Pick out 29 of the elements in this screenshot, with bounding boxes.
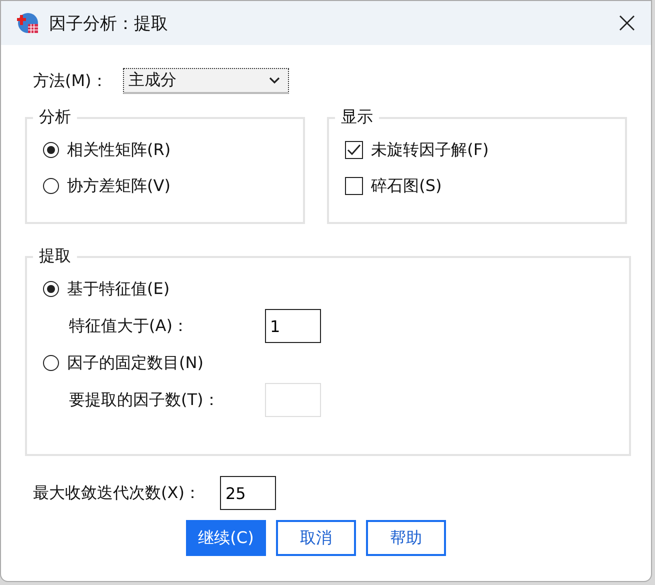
radio-button[interactable] xyxy=(43,355,59,371)
chevron-icon xyxy=(269,77,280,84)
input-field[interactable]: 1 xyxy=(265,309,321,343)
input-field[interactable]: 25 xyxy=(220,476,276,510)
option-label[interactable]: 协方差矩阵(V) xyxy=(67,176,170,196)
radio-button[interactable] xyxy=(43,142,59,158)
app-icon xyxy=(17,12,39,34)
close-icon[interactable] xyxy=(619,15,635,31)
field-label: 最大收敛迭代次数(X)： xyxy=(33,482,200,504)
group-title: 提取 xyxy=(38,246,72,267)
window-title: 因子分析：提取 xyxy=(49,12,169,34)
dialog-button[interactable]: 取消 xyxy=(276,520,356,556)
option-label[interactable]: 基于特征值(E) xyxy=(67,278,170,300)
radio-button[interactable] xyxy=(43,281,59,297)
field-label: 要提取的因子数(T)： xyxy=(69,390,220,410)
option-label[interactable]: 相关性矩阵(R) xyxy=(67,140,171,160)
group-title: 分析 xyxy=(38,107,72,128)
method-dropdown[interactable]: 主成分 xyxy=(123,68,290,94)
dialog-button[interactable]: 帮助 xyxy=(366,520,446,556)
option-label[interactable]: 未旋转因子解(F) xyxy=(371,140,489,160)
group-title: 显示 xyxy=(340,107,374,128)
radio-button[interactable] xyxy=(43,178,59,194)
option-label[interactable]: 碎石图(S) xyxy=(371,176,442,196)
dialog-button[interactable]: 继续(C) xyxy=(186,520,266,556)
field-label: 特征值大于(A)： xyxy=(69,316,190,336)
option-label[interactable]: 因子的固定数目(N) xyxy=(67,352,204,374)
method-label: 方法(M)： xyxy=(33,70,108,92)
checkbox[interactable] xyxy=(345,177,364,195)
checkbox[interactable] xyxy=(345,141,364,159)
